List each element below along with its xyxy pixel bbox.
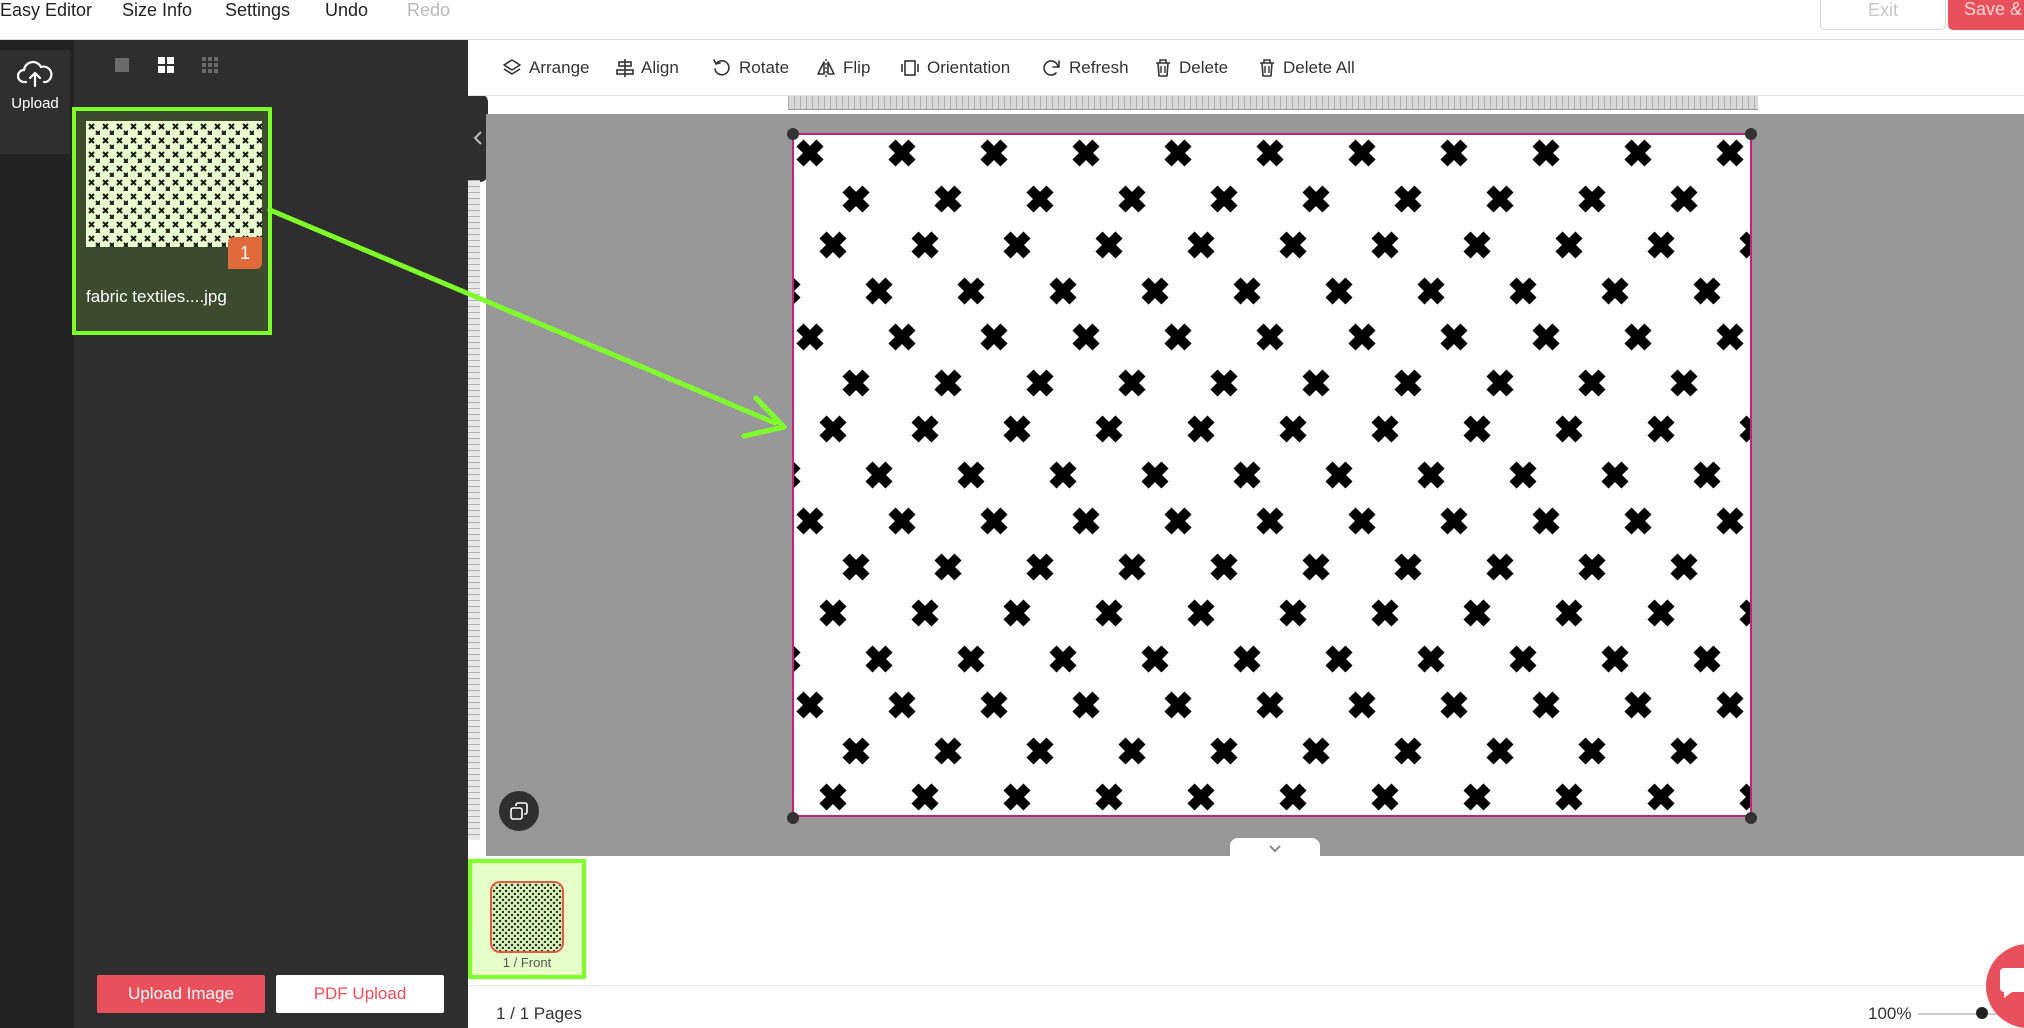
resize-handle-bottom-left[interactable]: [787, 812, 799, 824]
redo-button[interactable]: Redo: [407, 0, 450, 20]
vertical-ruler: [468, 180, 480, 840]
page-count: 1 / 1 Pages: [496, 1004, 583, 1023]
trash-icon: [1156, 59, 1170, 77]
app-name: Easy Editor: [0, 0, 93, 20]
resize-handle-top-right[interactable]: [1745, 128, 1757, 140]
zoom-slider-knob[interactable]: [1975, 1007, 1988, 1019]
arrange-label: Arrange: [529, 58, 590, 77]
delete-all-label: Delete All: [1283, 58, 1355, 77]
menu-bar: Easy Editor Size Info Settings Undo Redo…: [0, 0, 2024, 40]
resize-handle-bottom-right[interactable]: [1745, 812, 1757, 824]
orientation-label: Orientation: [927, 58, 1011, 77]
trash-all-icon: [1260, 59, 1274, 77]
upload-image-button[interactable]: Upload Image: [97, 975, 265, 1013]
single-view-icon: [115, 58, 129, 72]
arrange-tool[interactable]: Arrange: [502, 54, 589, 82]
page-thumbnail-image: [490, 881, 564, 953]
grid-3x3-icon: [202, 57, 218, 73]
collapse-panel-button[interactable]: [468, 94, 488, 182]
library-item-filename: fabric textiles....jpg: [86, 287, 227, 306]
rotate-icon: [713, 59, 730, 76]
align-tool[interactable]: Align: [616, 54, 679, 82]
align-label: Align: [641, 58, 679, 77]
flip-tool[interactable]: Flip: [816, 54, 870, 82]
rail-upload-tab[interactable]: Upload: [0, 50, 70, 154]
rotate-label: Rotate: [739, 58, 790, 77]
rail-upload-label: Upload: [11, 95, 59, 112]
edit-toolbar: Arrange Align Rotate Flip Orientation Re…: [468, 40, 2024, 96]
left-rail: Upload: [0, 40, 74, 1028]
save-button[interactable]: Save & C: [1948, 0, 2024, 30]
refresh-label: Refresh: [1069, 58, 1129, 77]
x-pattern-thumbnail: [86, 121, 262, 247]
resize-handle-top-left[interactable]: [787, 128, 799, 140]
pdf-upload-button[interactable]: PDF Upload: [276, 975, 444, 1013]
usage-count-badge: 1: [228, 237, 262, 269]
duplicate-button[interactable]: [499, 791, 539, 831]
settings-menu[interactable]: Settings: [225, 0, 290, 20]
page-thumbnail-label: 1 / Front: [502, 955, 552, 970]
chevron-left-icon: [473, 131, 482, 145]
flip-label: Flip: [843, 58, 871, 77]
cloud-upload-icon: [16, 60, 53, 88]
page-pattern-preview: [492, 883, 562, 951]
view-grid-3-button[interactable]: [194, 50, 226, 80]
duplicate-icon: [510, 802, 528, 820]
flip-icon: [817, 59, 835, 77]
refresh-icon: [1043, 60, 1060, 76]
page-thumbnail-front[interactable]: 1 / Front: [468, 859, 586, 979]
library-item[interactable]: 1 fabric textiles....jpg: [72, 107, 272, 335]
align-icon: [616, 59, 634, 77]
chat-icon: [2000, 968, 2024, 998]
size-info-menu[interactable]: Size Info: [122, 0, 192, 20]
undo-button[interactable]: Undo: [325, 0, 368, 20]
rotate-tool[interactable]: Rotate: [712, 54, 789, 82]
placed-fabric-image[interactable]: [794, 135, 1752, 817]
delete-all-tool[interactable]: Delete All: [1258, 54, 1355, 82]
view-single-button[interactable]: [106, 50, 138, 80]
status-bar: 1 / 1 Pages 100%: [468, 994, 2024, 1028]
view-grid-2-button[interactable]: [150, 50, 182, 80]
delete-tool[interactable]: Delete: [1154, 54, 1228, 82]
orientation-tool[interactable]: Orientation: [900, 54, 1010, 82]
zoom-level: 100%: [1868, 1004, 1912, 1023]
horizontal-ruler: [788, 96, 1758, 110]
orientation-icon: [901, 60, 919, 76]
delete-label: Delete: [1179, 58, 1229, 77]
layers-icon: [503, 59, 521, 75]
library-item-thumbnail: [86, 121, 262, 247]
refresh-tool[interactable]: Refresh: [1042, 54, 1129, 82]
exit-button[interactable]: Exit: [1820, 0, 1946, 30]
grid-2x2-icon: [158, 57, 174, 73]
chevron-down-icon: [1269, 845, 1281, 853]
design-canvas[interactable]: [792, 133, 1752, 817]
pages-strip: [468, 856, 2024, 986]
